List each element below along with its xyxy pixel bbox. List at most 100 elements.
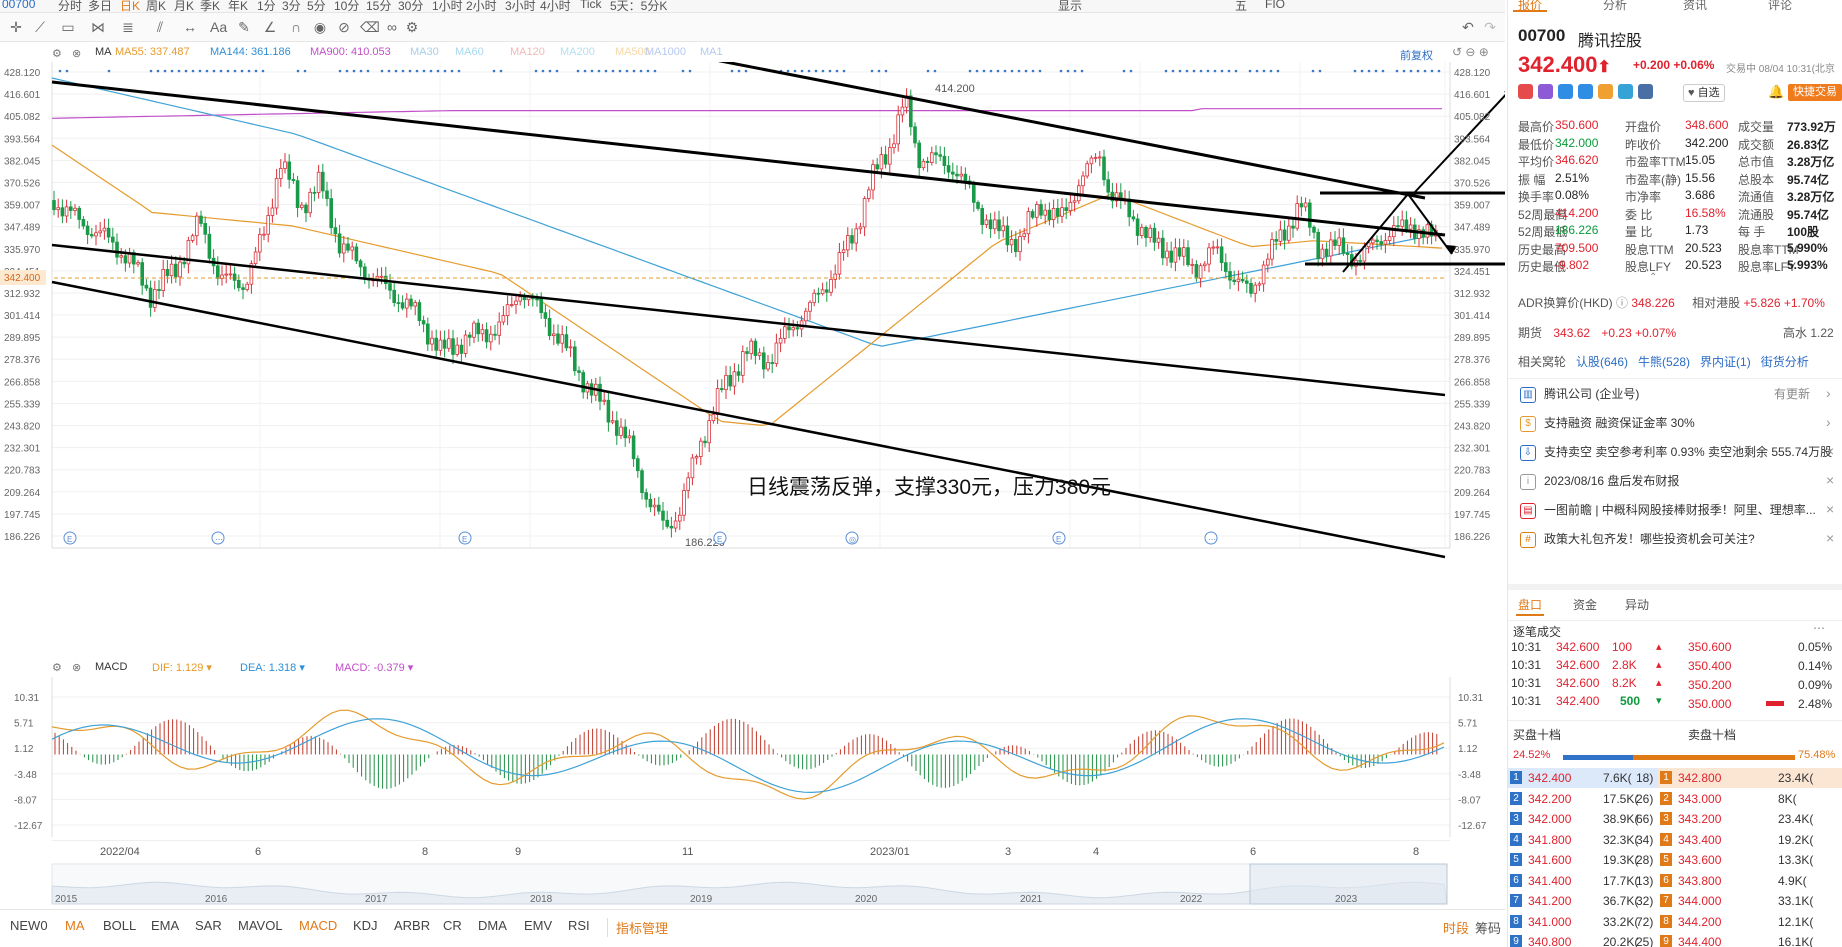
order-book-row[interactable]: 7 341.200 36.7K(32) 7 344.000 33.1K( bbox=[1508, 891, 1842, 911]
sub-tab-2[interactable]: 异动 bbox=[1625, 596, 1649, 613]
redo-icon[interactable]: ↷ bbox=[1482, 19, 1498, 35]
event-markers[interactable]: E ⋯ E E ◎ E ⋯ bbox=[63, 531, 1218, 545]
macd-chart[interactable]: 10.315.711.12-3.48-8.07-12.67 10.315.711… bbox=[0, 677, 1505, 842]
period-item[interactable]: 5分 bbox=[307, 0, 326, 12]
close-icon[interactable]: × bbox=[1826, 443, 1834, 459]
warrant-link-1[interactable]: 认股(646) bbox=[1576, 355, 1628, 369]
indicator-tab-new0[interactable]: NEW0 bbox=[10, 918, 48, 933]
indicator-tab-emv[interactable]: EMV bbox=[524, 918, 552, 933]
period-item[interactable]: Tick bbox=[580, 0, 602, 11]
tag-icon[interactable] bbox=[1618, 84, 1633, 99]
indicator-tab-dma[interactable]: DMA bbox=[478, 918, 507, 933]
arrow-tool-icon[interactable]: ↔ bbox=[182, 19, 198, 35]
indicator-tab-macd[interactable]: MACD bbox=[299, 918, 337, 933]
s-icon[interactable] bbox=[1538, 84, 1553, 99]
indicator-tab-sar[interactable]: SAR bbox=[195, 918, 222, 933]
period-item[interactable]: 3分 bbox=[282, 0, 301, 12]
order-book-row[interactable]: 4 341.800 32.3K(34) 4 343.400 19.2K( bbox=[1508, 830, 1842, 850]
rectangle-tool-icon[interactable]: ▭ bbox=[60, 19, 76, 35]
panel-tab-1[interactable]: 分析 bbox=[1603, 0, 1627, 13]
sub-tab-1[interactable]: 资金 bbox=[1573, 596, 1597, 613]
period-item[interactable]: 年K bbox=[228, 0, 248, 12]
shenzhen-connect-icon[interactable] bbox=[1578, 84, 1593, 99]
indicator-tab-boll[interactable]: BOLL bbox=[103, 918, 136, 933]
warrant-link-3[interactable]: 界内证(1) bbox=[1700, 355, 1751, 369]
lock-drawings-icon[interactable]: ⊘ bbox=[336, 19, 352, 35]
crosshair-icon[interactable]: ✛ bbox=[8, 19, 24, 35]
expand-stats-icon[interactable]: ⌃ bbox=[1649, 272, 1657, 283]
price-chart[interactable]: 414.200 186.226 日线震荡反弹，支撑330元，压力380元 428… bbox=[0, 62, 1505, 662]
news-item[interactable]: i 2023/08/16 盘后发布财报 bbox=[1520, 466, 1840, 496]
order-book-row[interactable]: 1 342.400 7.6K(18) 1 342.800 23.4K( bbox=[1508, 768, 1842, 788]
info-circle-icon[interactable]: ⓘ bbox=[1616, 296, 1628, 310]
close-icon[interactable]: × bbox=[1826, 472, 1834, 488]
close-icon[interactable]: × bbox=[1826, 530, 1834, 546]
news-item[interactable]: ▥ 腾讯公司 (企业号) 有更新 bbox=[1520, 379, 1840, 409]
warrant-link-2[interactable]: 牛熊(528) bbox=[1638, 355, 1690, 369]
indicator-tab-arbr[interactable]: ARBR bbox=[394, 918, 430, 933]
period-item[interactable]: 季K bbox=[200, 0, 220, 12]
text-tool-icon[interactable]: Aa bbox=[210, 19, 227, 35]
period-item[interactable]: 日K bbox=[120, 0, 140, 12]
add-watchlist-button[interactable]: ♥ 自选 bbox=[1683, 84, 1725, 102]
quick-trade-button[interactable]: 快捷交易 bbox=[1788, 84, 1842, 101]
period-item[interactable]: 多日 bbox=[88, 0, 112, 12]
fibonacci-tool-icon[interactable]: ≣ bbox=[120, 19, 136, 35]
settings-gear-icon[interactable]: ⚙ bbox=[52, 47, 66, 61]
hide-drawings-icon[interactable]: ◉ bbox=[312, 19, 328, 35]
news-item[interactable]: # 政策大礼包齐发！哪些投资机会可关注? bbox=[1520, 524, 1840, 554]
bell-icon[interactable]: 🔔 bbox=[1768, 84, 1784, 100]
brush-tool-icon[interactable]: ✎ bbox=[236, 19, 252, 35]
topbar-right-item[interactable]: 显示 bbox=[1058, 0, 1082, 12]
more-icon[interactable]: ⋯ bbox=[1813, 621, 1825, 635]
period-item[interactable]: 1分 bbox=[257, 0, 276, 12]
order-book-row[interactable]: 8 341.000 33.2K(72) 8 344.200 12.1K( bbox=[1508, 912, 1842, 932]
macd-close-icon[interactable]: ⊗ bbox=[72, 661, 81, 674]
reset-icon[interactable]: ↺ ⊖ ⊕ bbox=[1452, 45, 1489, 59]
news-item[interactable]: ⇩ 支持卖空 卖空参考利率 0.93% 卖空池剩余 555.74万股 bbox=[1520, 437, 1840, 467]
period-item[interactable]: 月K bbox=[174, 0, 194, 12]
close-indicator-icon[interactable]: ⊗ bbox=[72, 47, 86, 61]
period-item[interactable]: 10分 bbox=[334, 0, 359, 12]
indicator-manage-button[interactable]: 指标管理 bbox=[607, 918, 668, 937]
period-item[interactable]: 2小时 bbox=[466, 0, 497, 12]
order-book-row[interactable]: 9 340.800 20.2K(25) 9 344.400 16.1K( bbox=[1508, 932, 1842, 947]
panel-tab-2[interactable]: 资讯 bbox=[1683, 0, 1707, 13]
macd-settings-icon[interactable]: ⚙ bbox=[52, 661, 62, 674]
shanghai-connect-icon[interactable] bbox=[1558, 84, 1573, 99]
topbar-right-item[interactable]: 五 bbox=[1235, 0, 1247, 12]
delete-drawings-icon[interactable]: ⌫ bbox=[360, 19, 380, 35]
ma-indicator-name[interactable]: MA bbox=[95, 46, 112, 58]
topbar-right-item[interactable]: FIO bbox=[1265, 0, 1285, 11]
magnet-icon[interactable]: ∩ bbox=[288, 19, 304, 35]
warrant-link-4[interactable]: 街货分析 bbox=[1761, 355, 1809, 369]
indicator-tab-ma[interactable]: MA bbox=[65, 918, 85, 933]
time-segment-button[interactable]: 时段 bbox=[1443, 918, 1469, 937]
calendar-icon[interactable] bbox=[1638, 84, 1653, 99]
period-item[interactable]: 00700 bbox=[2, 0, 35, 11]
indicator-tab-mavol[interactable]: MAVOL bbox=[238, 918, 283, 933]
close-icon[interactable]: × bbox=[1826, 501, 1834, 517]
indicator-tab-kdj[interactable]: KDJ bbox=[353, 918, 378, 933]
order-book-row[interactable]: 6 341.400 17.7K(13) 6 343.800 4.9K( bbox=[1508, 871, 1842, 891]
trendline-tool-icon[interactable]: ⟋ bbox=[32, 19, 48, 35]
period-item[interactable]: 30分 bbox=[398, 0, 423, 12]
order-book-row[interactable]: 2 342.200 17.5K(26) 2 343.000 8K( bbox=[1508, 789, 1842, 809]
hk-flag-icon[interactable] bbox=[1518, 84, 1533, 99]
undo-icon[interactable]: ↶ bbox=[1460, 19, 1476, 35]
indicator-tab-cr[interactable]: CR bbox=[443, 918, 462, 933]
period-item[interactable]: 周K bbox=[146, 0, 166, 12]
chevron-right-icon[interactable]: › bbox=[1826, 414, 1831, 430]
pattern-tool-icon[interactable]: ⋈ bbox=[90, 19, 106, 35]
news-item[interactable]: ▤ 一图前瞻 | 中概科网股接棒财报季！阿里、理想率... bbox=[1520, 495, 1840, 525]
news-item[interactable]: $ 支持融资 融资保证金率 30% bbox=[1520, 408, 1840, 438]
macd-indicator-name[interactable]: MACD bbox=[95, 661, 127, 673]
chevron-right-icon[interactable]: › bbox=[1826, 385, 1831, 401]
indicator-tab-ema[interactable]: EMA bbox=[151, 918, 179, 933]
period-item[interactable]: 15分 bbox=[366, 0, 391, 12]
order-book-row[interactable]: 3 342.000 38.9K(66) 3 343.200 23.4K( bbox=[1508, 809, 1842, 829]
chip-distribution-button[interactable]: 筹码 bbox=[1475, 918, 1501, 937]
indicator-tab-rsi[interactable]: RSI bbox=[568, 918, 590, 933]
margin-icon[interactable] bbox=[1598, 84, 1613, 99]
measure-tool-icon[interactable]: ∠ bbox=[262, 19, 278, 35]
